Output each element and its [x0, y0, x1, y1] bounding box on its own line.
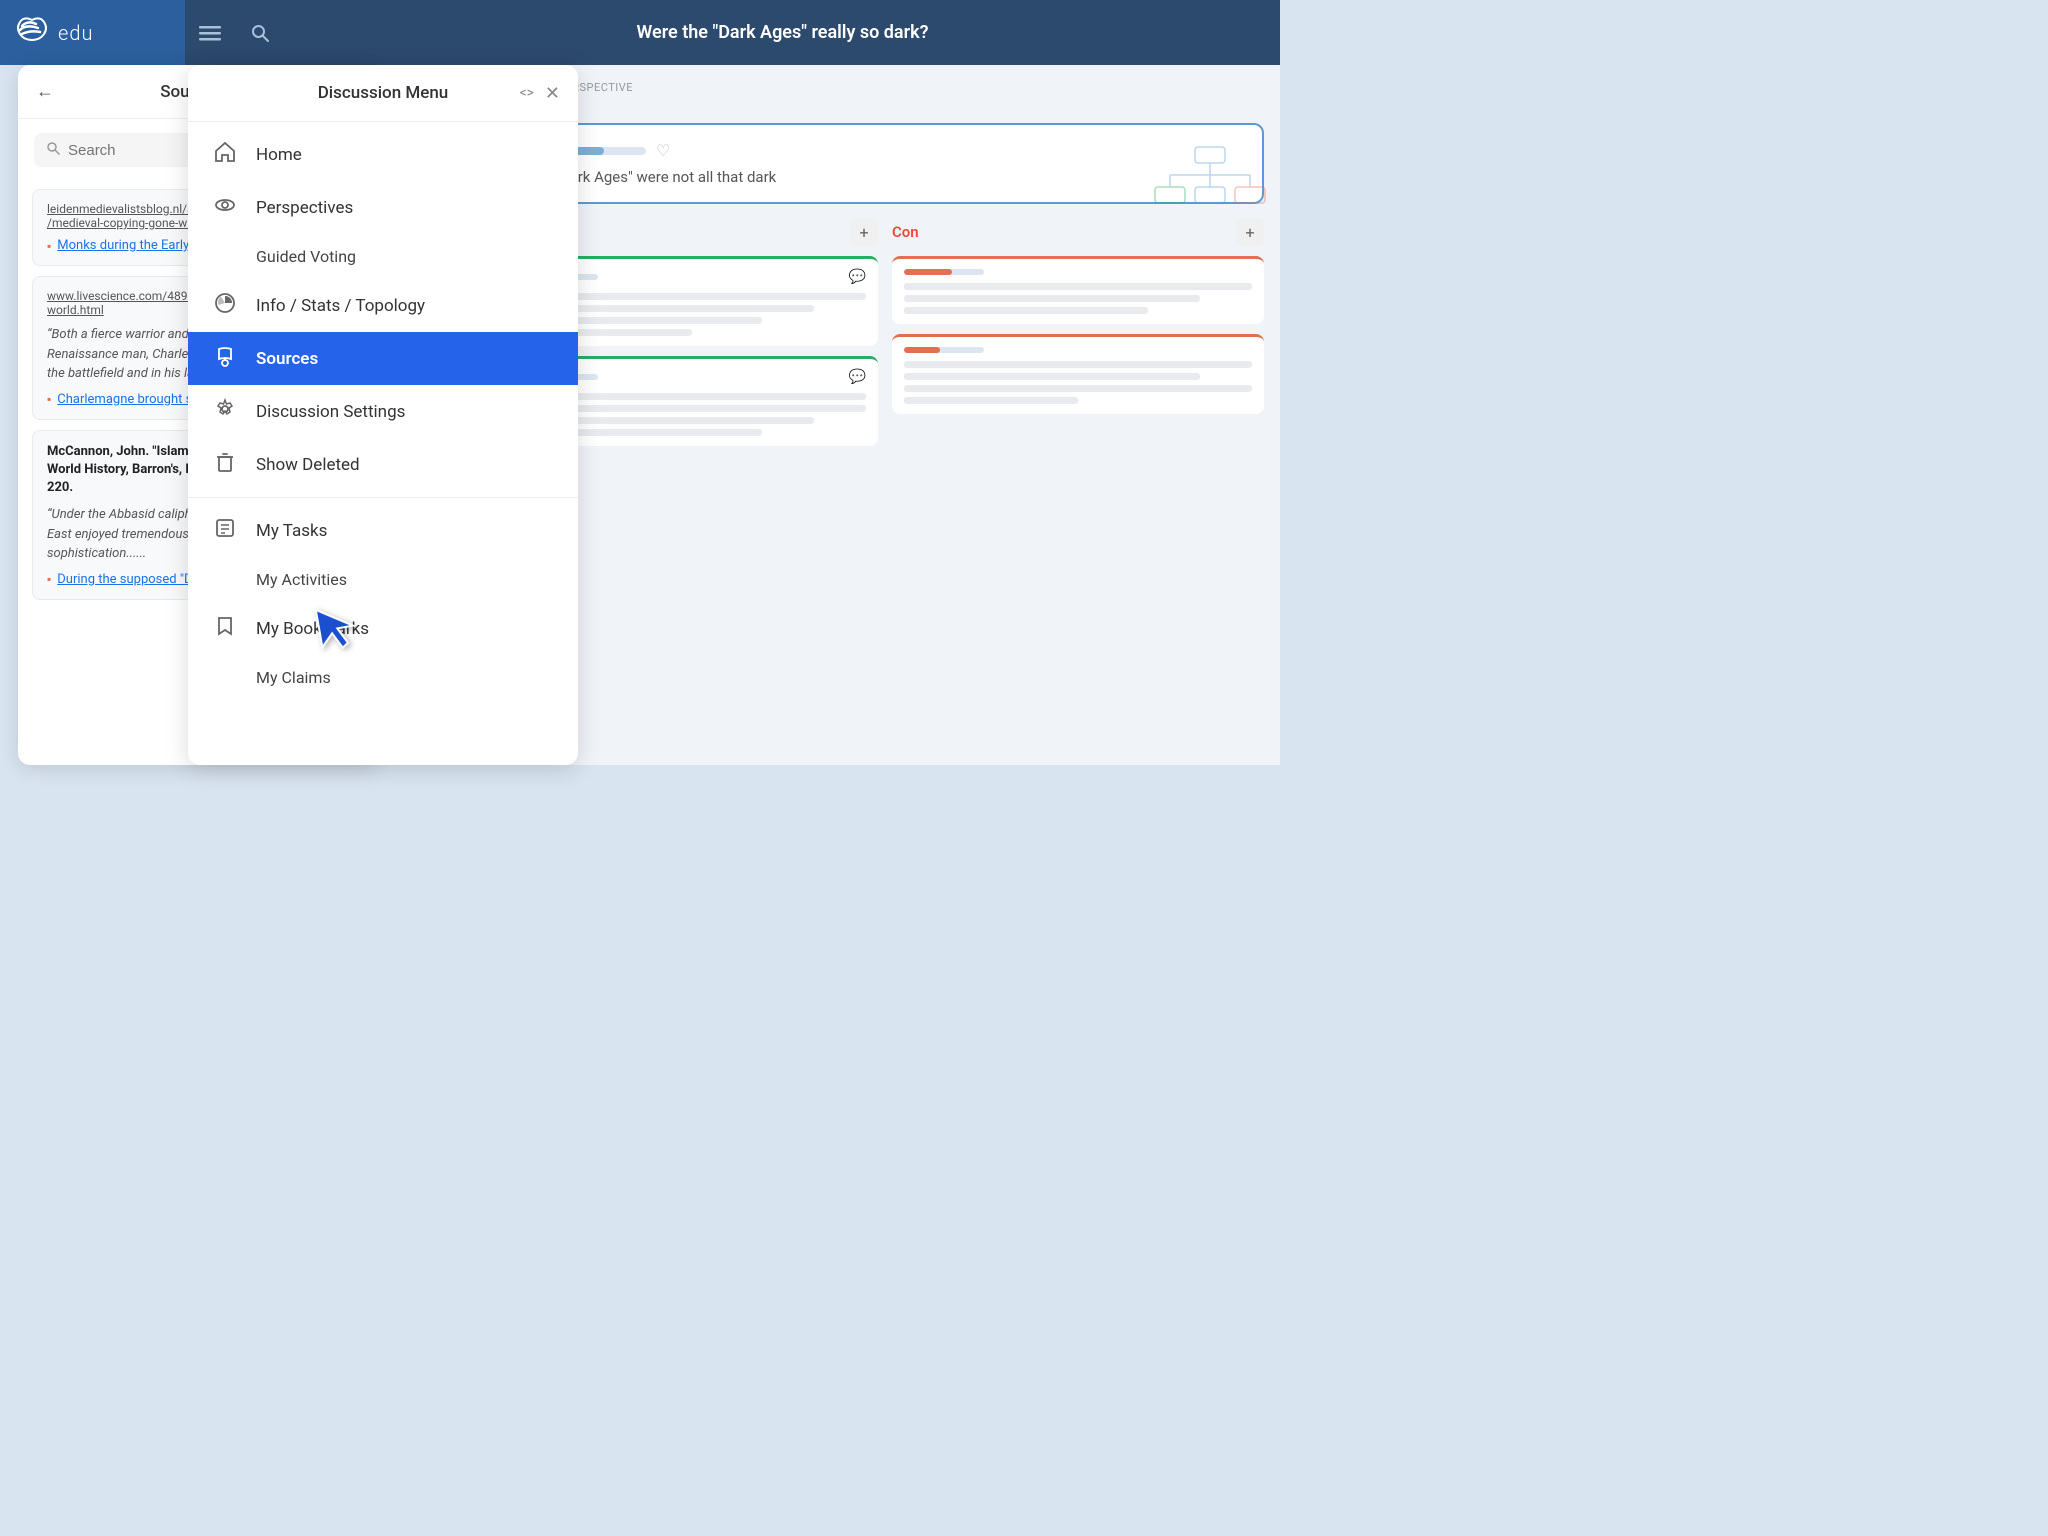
menu-label-show-deleted: Show Deleted — [256, 455, 360, 475]
menu-label-discussion-settings: Discussion Settings — [256, 402, 405, 422]
menu-title: Discussion Menu — [318, 83, 449, 103]
arg-top-row — [904, 269, 1252, 275]
navbar: edu Were the "Dark Ages" really so dark? — [0, 0, 1280, 65]
menu-label-my-activities: My Activities — [256, 570, 347, 589]
home-icon — [212, 141, 238, 168]
menu-divider — [188, 497, 578, 498]
discussion-menu-panel: Discussion Menu <> ✕ Home Perspectives — [188, 65, 578, 765]
org-chart-decoration — [1150, 145, 1270, 209]
arg-rating-fill — [904, 269, 952, 275]
menu-item-sources[interactable]: Sources — [188, 332, 578, 385]
cons-label: Con — [892, 223, 919, 241]
perspective-bar: PERSPECTIVE All — [490, 65, 1280, 123]
arg-rating-fill — [904, 347, 940, 353]
gear-icon — [212, 398, 238, 425]
arg-rating-bar — [904, 347, 984, 353]
arg-line — [904, 397, 1078, 404]
main-panel: PERSPECTIVE All ♡ The "Dark Ages" were n… — [490, 65, 1280, 765]
argument-card-con-1 — [892, 256, 1264, 324]
back-button[interactable]: ← — [36, 81, 54, 102]
search-icon — [46, 141, 60, 159]
link-icon: ▪ — [47, 572, 51, 586]
heart-icon[interactable]: ♡ — [656, 141, 670, 160]
menu-item-perspectives[interactable]: Perspectives — [188, 181, 578, 234]
menu-item-my-tasks[interactable]: My Tasks — [188, 504, 578, 557]
comment-icon[interactable]: 💬 — [849, 369, 866, 385]
menu-item-show-deleted[interactable]: Show Deleted — [188, 438, 578, 491]
pros-cons-area: Pros + 💬 — [506, 218, 1264, 456]
chart-icon — [212, 292, 238, 319]
menu-item-my-claims[interactable]: My Claims — [188, 655, 578, 700]
arg-rating-bar — [904, 269, 984, 275]
arg-line — [904, 373, 1200, 380]
arg-top-row — [904, 347, 1252, 353]
search-button[interactable] — [235, 0, 285, 65]
link-icon: ▪ — [47, 239, 51, 253]
menu-label-perspectives: Perspectives — [256, 198, 353, 218]
menu-item-discussion-settings[interactable]: Discussion Settings — [188, 385, 578, 438]
menu-item-my-bookmarks[interactable]: My Bookmarks — [188, 602, 578, 655]
arg-lines — [904, 361, 1252, 404]
trash-icon — [212, 451, 238, 478]
menu-item-home[interactable]: Home — [188, 128, 578, 181]
close-button[interactable]: ✕ — [545, 83, 560, 104]
arg-line — [904, 283, 1252, 290]
arg-line — [904, 385, 1252, 392]
menu-items-list: Home Perspectives Guided Voting — [188, 122, 578, 765]
arg-lines — [904, 283, 1252, 314]
bookmark-icon — [212, 615, 238, 642]
eye-icon — [212, 194, 238, 221]
arg-line — [904, 295, 1200, 302]
cursor-pointer — [304, 591, 376, 672]
menu-label-my-tasks: My Tasks — [256, 521, 327, 541]
arg-line — [904, 307, 1148, 314]
link-icon: ▪ — [47, 392, 51, 406]
logo: edu — [0, 0, 185, 65]
code-icon[interactable]: <> — [520, 85, 534, 101]
claim-rating-row: ♡ — [526, 141, 1244, 160]
argument-card-con-2 — [892, 334, 1264, 414]
tasks-icon — [212, 517, 238, 544]
menu-label-home: Home — [256, 145, 302, 165]
comment-icon[interactable]: 💬 — [849, 269, 866, 285]
arg-line — [904, 361, 1252, 368]
sources-icon — [212, 345, 238, 372]
menu-label-guided-voting: Guided Voting — [256, 247, 356, 266]
logo-icon — [16, 14, 48, 51]
add-con-button[interactable]: + — [1236, 218, 1264, 246]
menu-header: Discussion Menu <> ✕ — [188, 65, 578, 122]
claim-text: The "Dark Ages" were not all that dark — [526, 168, 1244, 186]
logo-text: edu — [58, 21, 93, 45]
cons-column: Con + — [892, 218, 1264, 456]
hamburger-button[interactable] — [185, 0, 235, 65]
add-pro-button[interactable]: + — [850, 218, 878, 246]
menu-item-guided-voting[interactable]: Guided Voting — [188, 234, 578, 279]
cons-header: Con + — [892, 218, 1264, 246]
menu-item-info-stats[interactable]: Info / Stats / Topology — [188, 279, 578, 332]
menu-label-sources: Sources — [256, 349, 318, 369]
page-title: Were the "Dark Ages" really so dark? — [285, 22, 1280, 43]
menu-label-info-stats: Info / Stats / Topology — [256, 296, 425, 316]
menu-item-my-activities[interactable]: My Activities — [188, 557, 578, 602]
